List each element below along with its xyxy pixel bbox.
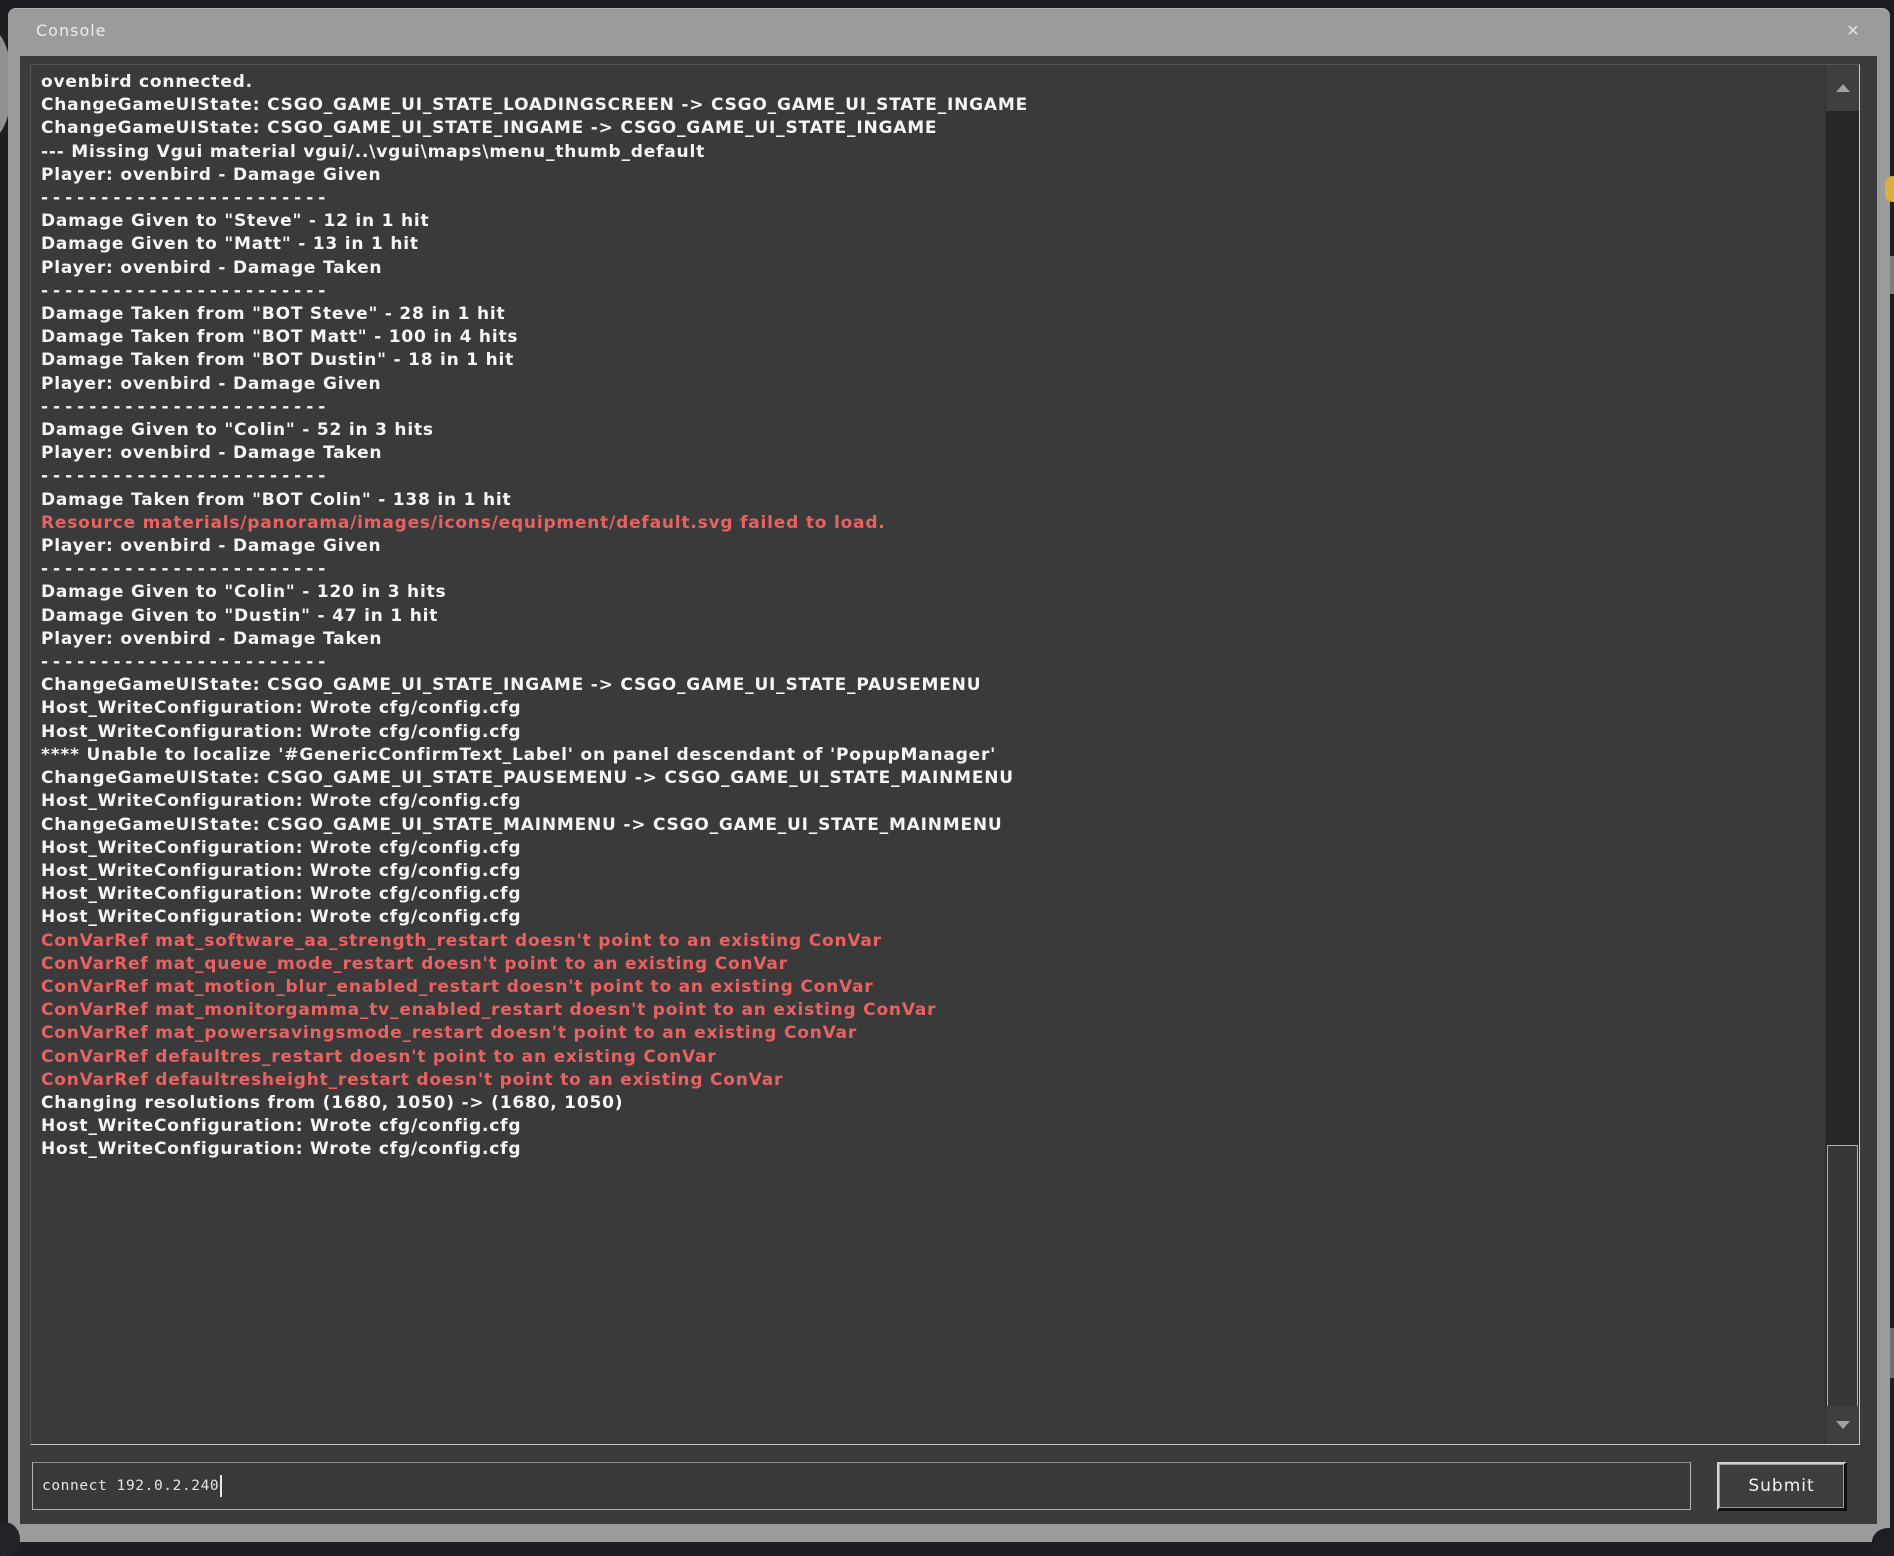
console-line: Damage Given to "Dustin" - 47 in 1 hit — [41, 605, 1825, 628]
console-line: Host_WriteConfiguration: Wrote cfg/confi… — [41, 1115, 1825, 1138]
console-line: Player: ovenbird - Damage Taken — [41, 257, 1825, 280]
console-line: ConVarRef mat_software_aa_strength_resta… — [41, 930, 1825, 953]
console-line: Player: ovenbird - Damage Taken — [41, 442, 1825, 465]
close-icon[interactable]: ✕ — [1842, 20, 1864, 42]
scrollbar-thumb[interactable] — [1827, 1145, 1858, 1409]
console-line: Damage Taken from "BOT Colin" - 138 in 1… — [41, 489, 1825, 512]
console-line: ConVarRef mat_queue_mode_restart doesn't… — [41, 953, 1825, 976]
console-line: Player: ovenbird - Damage Taken — [41, 628, 1825, 651]
console-line: Damage Given to "Steve" - 12 in 1 hit — [41, 210, 1825, 233]
console-line: ovenbird connected. — [41, 71, 1825, 94]
console-line: Damage Taken from "BOT Matt" - 100 in 4 … — [41, 326, 1825, 349]
console-line: Host_WriteConfiguration: Wrote cfg/confi… — [41, 883, 1825, 906]
console-output-lines: ovenbird connected.ChangeGameUIState: CS… — [31, 65, 1825, 1444]
console-line: ConVarRef mat_powersavingsmode_restart d… — [41, 1022, 1825, 1045]
scroll-down-button[interactable] — [1826, 1406, 1859, 1444]
console-line: Damage Given to "Colin" - 120 in 3 hits — [41, 581, 1825, 604]
console-line: ConVarRef defaultresheight_restart doesn… — [41, 1069, 1825, 1092]
console-line: ChangeGameUIState: CSGO_GAME_UI_STATE_LO… — [41, 94, 1825, 117]
console-line: Host_WriteConfiguration: Wrote cfg/confi… — [41, 721, 1825, 744]
console-line: Damage Given to "Matt" - 13 in 1 hit — [41, 233, 1825, 256]
console-line: ConVarRef mat_motion_blur_enabled_restar… — [41, 976, 1825, 999]
console-line: ChangeGameUIState: CSGO_GAME_UI_STATE_PA… — [41, 767, 1825, 790]
console-line: --- Missing Vgui material vgui/..\vgui\m… — [41, 141, 1825, 164]
titlebar[interactable]: Console ✕ — [8, 8, 1890, 56]
console-line: **** Unable to localize '#GenericConfirm… — [41, 744, 1825, 767]
console-line: Player: ovenbird - Damage Given — [41, 535, 1825, 558]
console-line: ------------------------ — [41, 396, 1825, 419]
console-line: Host_WriteConfiguration: Wrote cfg/confi… — [41, 1138, 1825, 1161]
scrollbar[interactable] — [1825, 65, 1859, 1444]
console-line: Damage Taken from "BOT Dustin" - 18 in 1… — [41, 349, 1825, 372]
submit-button[interactable]: Submit — [1717, 1462, 1847, 1511]
command-input[interactable]: connect 192.0.2.240 — [32, 1462, 1691, 1510]
console-line: Host_WriteConfiguration: Wrote cfg/confi… — [41, 906, 1825, 929]
console-line: Changing resolutions from (1680, 1050) -… — [41, 1092, 1825, 1115]
down-arrow-icon — [1836, 1421, 1850, 1429]
submit-label: Submit — [1748, 1476, 1814, 1496]
console-line: ChangeGameUIState: CSGO_GAME_UI_STATE_MA… — [41, 814, 1825, 837]
window-title: Console — [36, 21, 107, 40]
text-cursor — [220, 1475, 222, 1497]
console-line: Damage Given to "Colin" - 52 in 3 hits — [41, 419, 1825, 442]
window-body: ovenbird connected.ChangeGameUIState: CS… — [20, 56, 1877, 1524]
console-line: ConVarRef defaultres_restart doesn't poi… — [41, 1046, 1825, 1069]
console-line: Player: ovenbird - Damage Given — [41, 373, 1825, 396]
console-line: ConVarRef mat_monitorgamma_tv_enabled_re… — [41, 999, 1825, 1022]
console-line: ------------------------ — [41, 558, 1825, 581]
console-line: ChangeGameUIState: CSGO_GAME_UI_STATE_IN… — [41, 117, 1825, 140]
scroll-up-button[interactable] — [1826, 65, 1859, 111]
console-line: Host_WriteConfiguration: Wrote cfg/confi… — [41, 790, 1825, 813]
scrollbar-track[interactable] — [1826, 111, 1859, 1406]
console-line: ------------------------ — [41, 651, 1825, 674]
console-line: Resource materials/panorama/images/icons… — [41, 512, 1825, 535]
background-smudge — [1890, 1328, 1894, 1378]
console-line: ------------------------ — [41, 187, 1825, 210]
console-line: Host_WriteConfiguration: Wrote cfg/confi… — [41, 837, 1825, 860]
console-line: Host_WriteConfiguration: Wrote cfg/confi… — [41, 860, 1825, 883]
console-line: ------------------------ — [41, 280, 1825, 303]
background-corner-shape — [1872, 1528, 1894, 1556]
console-output: ovenbird connected.ChangeGameUIState: CS… — [30, 64, 1860, 1445]
console-line: Damage Taken from "BOT Steve" - 28 in 1 … — [41, 303, 1825, 326]
console-line: ------------------------ — [41, 465, 1825, 488]
command-input-value: connect 192.0.2.240 — [42, 1478, 219, 1494]
background-yellow-shape — [1885, 176, 1894, 202]
console-line: Player: ovenbird - Damage Given — [41, 164, 1825, 187]
console-window: Console ✕ ovenbird connected.ChangeGameU… — [8, 8, 1890, 1542]
up-arrow-icon — [1836, 84, 1850, 92]
console-line: Host_WriteConfiguration: Wrote cfg/confi… — [41, 697, 1825, 720]
console-line: ChangeGameUIState: CSGO_GAME_UI_STATE_IN… — [41, 674, 1825, 697]
